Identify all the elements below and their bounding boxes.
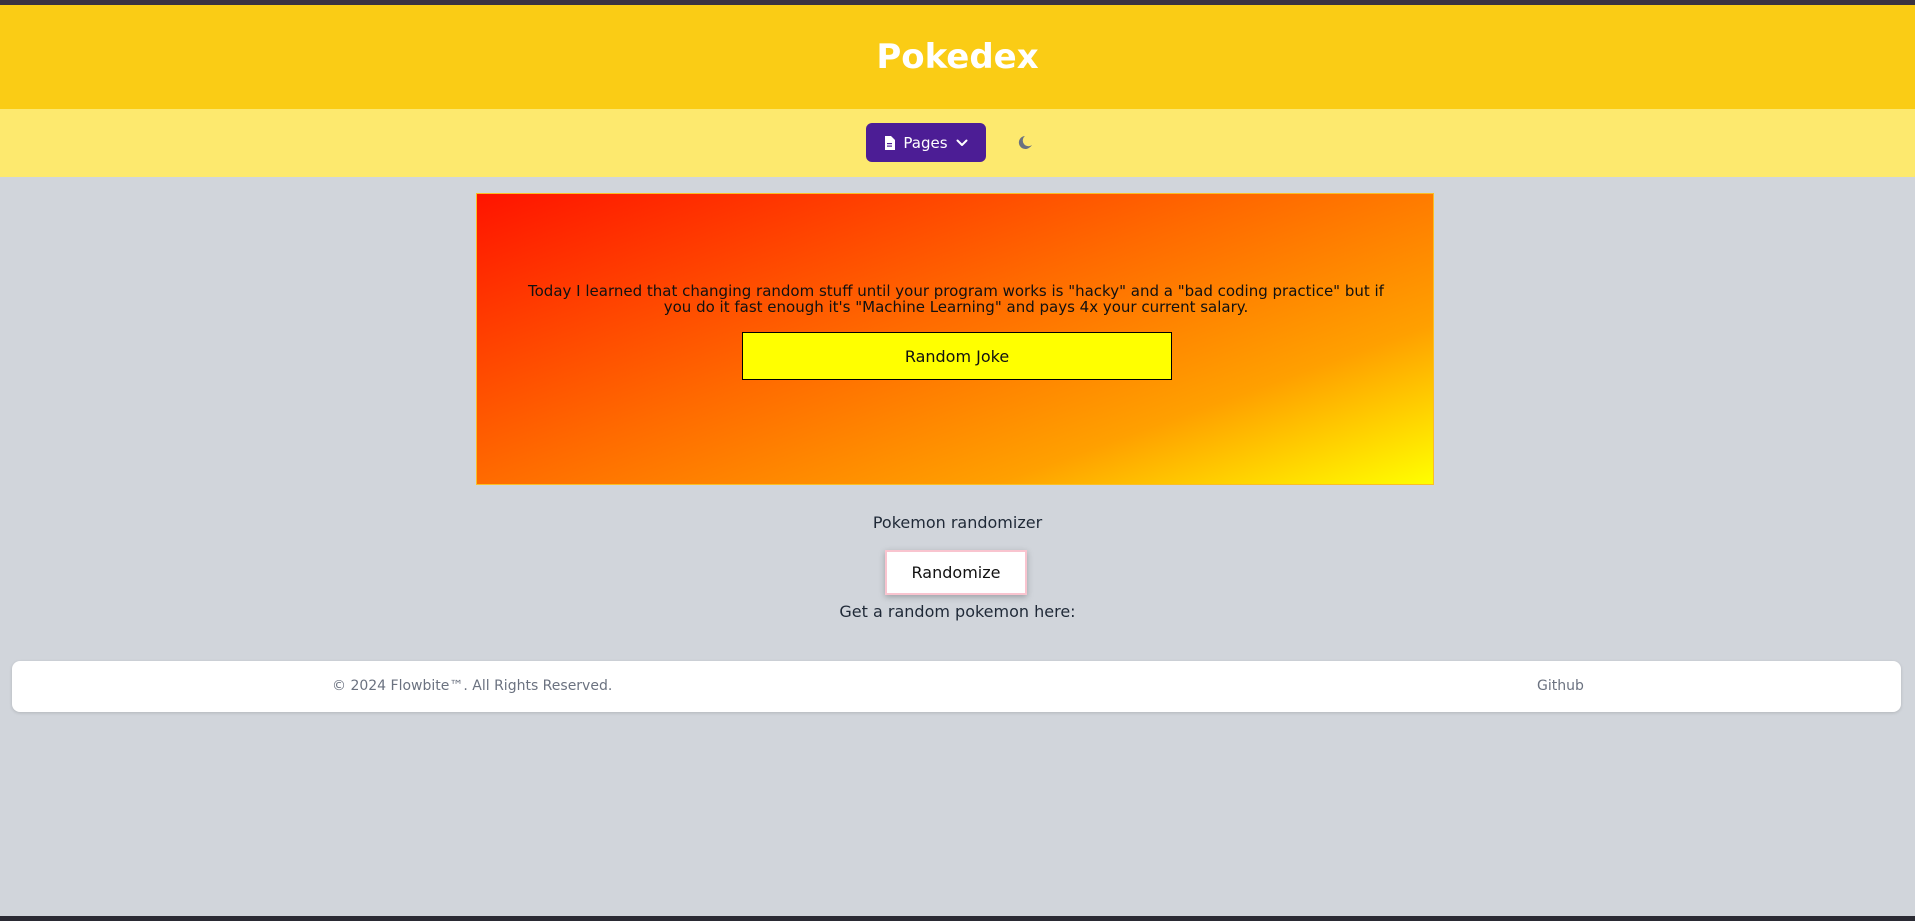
randomize-button[interactable]: Randomize — [885, 550, 1027, 595]
pages-dropdown-button[interactable]: Pages — [866, 123, 986, 162]
chevron-down-icon — [956, 139, 968, 147]
moon-icon[interactable] — [1016, 133, 1036, 153]
github-link[interactable]: Github — [1537, 678, 1584, 694]
page-title: Pokedex — [876, 37, 1039, 77]
copyright-text: © 2024 Flowbite™. All Rights Reserved. — [332, 678, 613, 694]
site-footer: © 2024 Flowbite™. All Rights Reserved. G… — [12, 661, 1901, 712]
navbar: Pages — [0, 109, 1915, 177]
randomizer-caption: Get a random pokemon here: — [839, 602, 1076, 621]
joke-card: Today I learned that changing random stu… — [476, 193, 1434, 485]
randomizer-title: Pokemon randomizer — [872, 513, 1043, 532]
site-header: Pokedex — [0, 5, 1915, 109]
bottom-strip — [0, 916, 1915, 921]
pages-label: Pages — [903, 133, 948, 152]
random-joke-button[interactable]: Random Joke — [742, 332, 1172, 380]
document-icon — [884, 135, 896, 150]
joke-text: Today I learned that changing random stu… — [528, 282, 1384, 316]
